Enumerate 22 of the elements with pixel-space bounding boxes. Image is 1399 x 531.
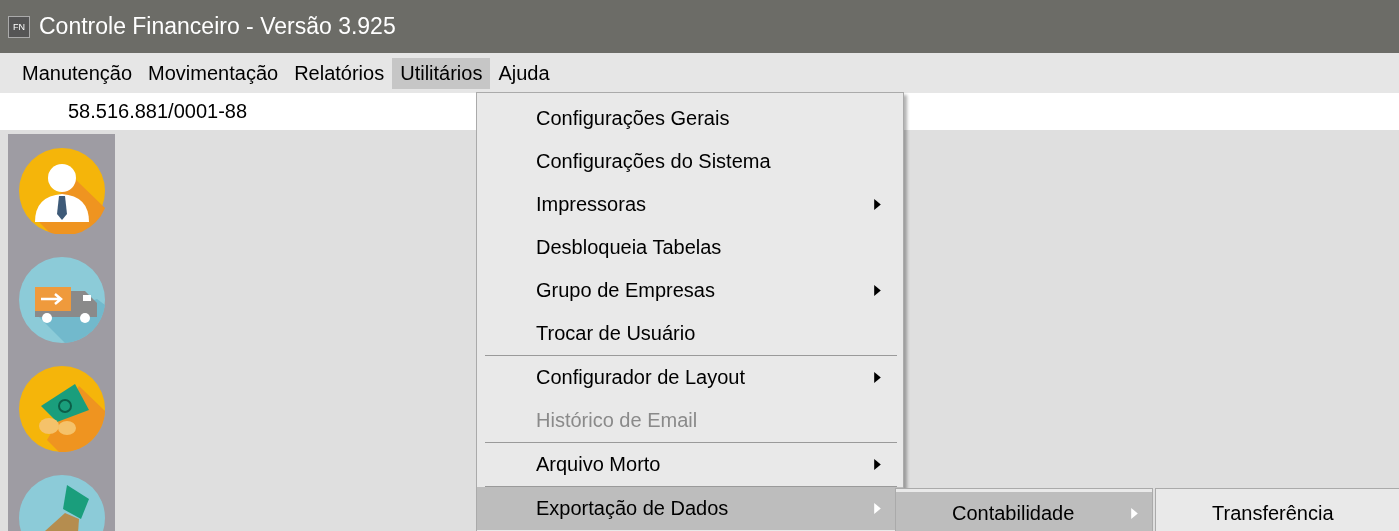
money-icon[interactable] — [18, 366, 105, 452]
menu-item[interactable]: Movimentação — [140, 57, 287, 89]
app-icon: FN — [8, 15, 30, 38]
menu-item[interactable]: Transferência — [1156, 492, 1399, 531]
menu-item[interactable]: Grupo de Empresas — [477, 269, 903, 312]
window-title: Controle Financeiro - Versão 3.925 — [39, 13, 396, 40]
menu-item[interactable]: Impressoras — [477, 183, 903, 226]
menu-item[interactable]: Configurações do Sistema — [477, 140, 903, 183]
menu-item[interactable]: Manutenção — [14, 57, 141, 89]
menu-item[interactable]: Relatórios — [286, 57, 393, 89]
menu-item[interactable]: Utilitários — [392, 57, 491, 89]
person-icon[interactable] — [18, 148, 105, 234]
menu-item[interactable]: Arquivo Morto — [477, 443, 903, 486]
menu-item[interactable]: Configurador de Layout — [477, 356, 903, 399]
company-id: 58.516.881/0001-88 — [68, 100, 248, 123]
menu-item[interactable]: Exportação de Dados — [477, 487, 903, 530]
menu-item[interactable]: Ajuda — [490, 57, 558, 89]
menu-item[interactable]: Trocar de Usuário — [477, 312, 903, 355]
truck-icon[interactable] — [18, 257, 105, 343]
menu-item[interactable]: Desbloqueia Tabelas — [477, 226, 903, 269]
menu-item[interactable]: Configurações Gerais — [477, 97, 903, 140]
menu-item[interactable]: Contabilidade — [896, 492, 1152, 531]
